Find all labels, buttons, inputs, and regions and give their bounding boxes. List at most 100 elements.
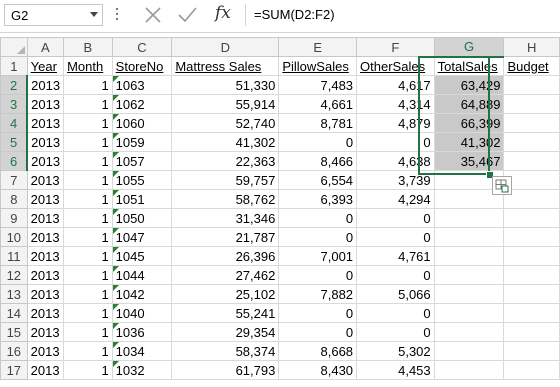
data-cell[interactable] — [503, 132, 560, 152]
data-cell[interactable] — [503, 189, 560, 209]
data-cell[interactable] — [503, 113, 560, 133]
data-cell[interactable]: 2013 — [26, 265, 65, 285]
column-header-h[interactable]: H — [503, 37, 560, 57]
data-cell[interactable]: 1 — [63, 151, 113, 171]
row-header[interactable]: 10 — [0, 227, 28, 247]
data-cell[interactable]: 1045 — [111, 246, 173, 266]
data-cell[interactable]: 8,781 — [278, 113, 358, 133]
data-cell[interactable]: 1040 — [111, 303, 173, 323]
data-cell[interactable] — [503, 265, 560, 285]
data-cell[interactable]: 0 — [278, 132, 358, 152]
data-cell[interactable]: 1057 — [111, 151, 173, 171]
data-cell[interactable]: 1034 — [111, 341, 173, 361]
data-cell[interactable]: 8,466 — [278, 151, 358, 171]
data-cell[interactable] — [503, 227, 560, 247]
data-cell[interactable]: 1051 — [111, 189, 173, 209]
data-cell[interactable]: 2013 — [26, 322, 65, 342]
data-cell[interactable]: 59,757 — [171, 170, 280, 190]
data-cell[interactable] — [433, 208, 505, 228]
data-cell[interactable] — [503, 208, 560, 228]
data-cell[interactable]: 5,066 — [356, 284, 435, 304]
data-cell[interactable]: 2013 — [26, 94, 65, 114]
data-cell[interactable]: 0 — [278, 265, 358, 285]
data-cell[interactable]: 1050 — [111, 208, 173, 228]
row-header[interactable]: 12 — [0, 265, 28, 285]
data-cell[interactable]: 5,302 — [356, 341, 435, 361]
row-header[interactable]: 15 — [0, 322, 28, 342]
row-header[interactable]: 7 — [0, 170, 28, 190]
data-cell[interactable]: 2013 — [26, 75, 65, 95]
data-cell[interactable] — [433, 265, 505, 285]
data-cell[interactable]: 1059 — [111, 132, 173, 152]
data-cell[interactable]: 7,882 — [278, 284, 358, 304]
row-header[interactable]: 9 — [0, 208, 28, 228]
column-header-d[interactable]: D — [171, 37, 280, 57]
data-cell[interactable]: 4,638 — [356, 151, 435, 171]
data-cell[interactable]: 51,330 — [171, 75, 280, 95]
column-header-g[interactable]: G — [433, 37, 505, 58]
data-cell[interactable]: 1 — [63, 303, 113, 323]
data-cell[interactable]: 25,102 — [171, 284, 280, 304]
data-cell[interactable]: 1 — [63, 360, 113, 380]
data-cell[interactable]: 4,314 — [356, 94, 435, 114]
data-cell[interactable] — [433, 303, 505, 323]
data-cell[interactable]: 61,793 — [171, 360, 280, 380]
data-cell[interactable]: 1 — [63, 132, 113, 152]
data-cell[interactable]: 41,302 — [433, 132, 505, 152]
data-cell[interactable]: 1 — [63, 341, 113, 361]
column-header-a[interactable]: A — [26, 37, 65, 57]
header-cell[interactable]: Month — [63, 56, 113, 76]
header-cell[interactable]: PillowSales — [278, 56, 358, 76]
data-cell[interactable]: 1042 — [111, 284, 173, 304]
data-cell[interactable] — [433, 341, 505, 361]
data-cell[interactable]: 0 — [278, 322, 358, 342]
data-cell[interactable]: 22,363 — [171, 151, 280, 171]
data-cell[interactable]: 2013 — [26, 151, 65, 171]
data-cell[interactable]: 1 — [63, 227, 113, 247]
data-cell[interactable] — [433, 322, 505, 342]
data-cell[interactable]: 31,346 — [171, 208, 280, 228]
drag-handle-icon[interactable] — [116, 8, 119, 22]
data-cell[interactable] — [503, 151, 560, 171]
data-cell[interactable]: 1 — [63, 94, 113, 114]
column-header-b[interactable]: B — [63, 37, 113, 57]
data-cell[interactable] — [503, 94, 560, 114]
data-cell[interactable]: 2013 — [26, 227, 65, 247]
row-header[interactable]: 11 — [0, 246, 28, 266]
row-header[interactable]: 5 — [0, 132, 29, 152]
data-cell[interactable]: 2013 — [26, 341, 65, 361]
data-cell[interactable]: 1 — [63, 246, 113, 266]
data-cell[interactable]: 0 — [356, 227, 435, 247]
header-cell[interactable]: Mattress Sales — [171, 56, 280, 76]
data-cell[interactable]: 0 — [356, 322, 435, 342]
row-header[interactable]: 3 — [0, 94, 29, 114]
data-cell[interactable]: 27,462 — [171, 265, 280, 285]
data-cell[interactable] — [503, 170, 560, 190]
data-cell[interactable]: 4,879 — [356, 113, 435, 133]
data-cell[interactable]: 2013 — [26, 303, 65, 323]
name-box[interactable]: G2 — [4, 4, 103, 26]
data-cell[interactable]: 2013 — [26, 208, 65, 228]
data-cell[interactable]: 7,483 — [278, 75, 358, 95]
chevron-down-icon[interactable] — [90, 12, 98, 17]
formula-input[interactable]: =SUM(D2:F2) — [254, 7, 335, 22]
data-cell[interactable]: 0 — [356, 265, 435, 285]
row-header[interactable]: 4 — [0, 113, 29, 133]
row-header[interactable]: 2 — [0, 75, 29, 95]
data-cell[interactable]: 4,661 — [278, 94, 358, 114]
data-cell[interactable] — [503, 322, 560, 342]
data-cell[interactable]: 6,393 — [278, 189, 358, 209]
data-cell[interactable]: 1 — [63, 170, 113, 190]
select-all-corner[interactable] — [0, 37, 28, 57]
data-cell[interactable] — [433, 284, 505, 304]
row-header[interactable]: 1 — [0, 56, 28, 76]
data-cell[interactable]: 8,430 — [278, 360, 358, 380]
data-cell[interactable]: 0 — [278, 303, 358, 323]
data-cell[interactable]: 0 — [278, 227, 358, 247]
data-cell[interactable]: 1063 — [111, 75, 173, 95]
data-cell[interactable]: 35,467 — [433, 151, 505, 171]
data-cell[interactable]: 2013 — [26, 113, 65, 133]
data-cell[interactable]: 0 — [278, 208, 358, 228]
data-cell[interactable]: 1047 — [111, 227, 173, 247]
insert-function-icon[interactable]: fx — [215, 3, 231, 23]
